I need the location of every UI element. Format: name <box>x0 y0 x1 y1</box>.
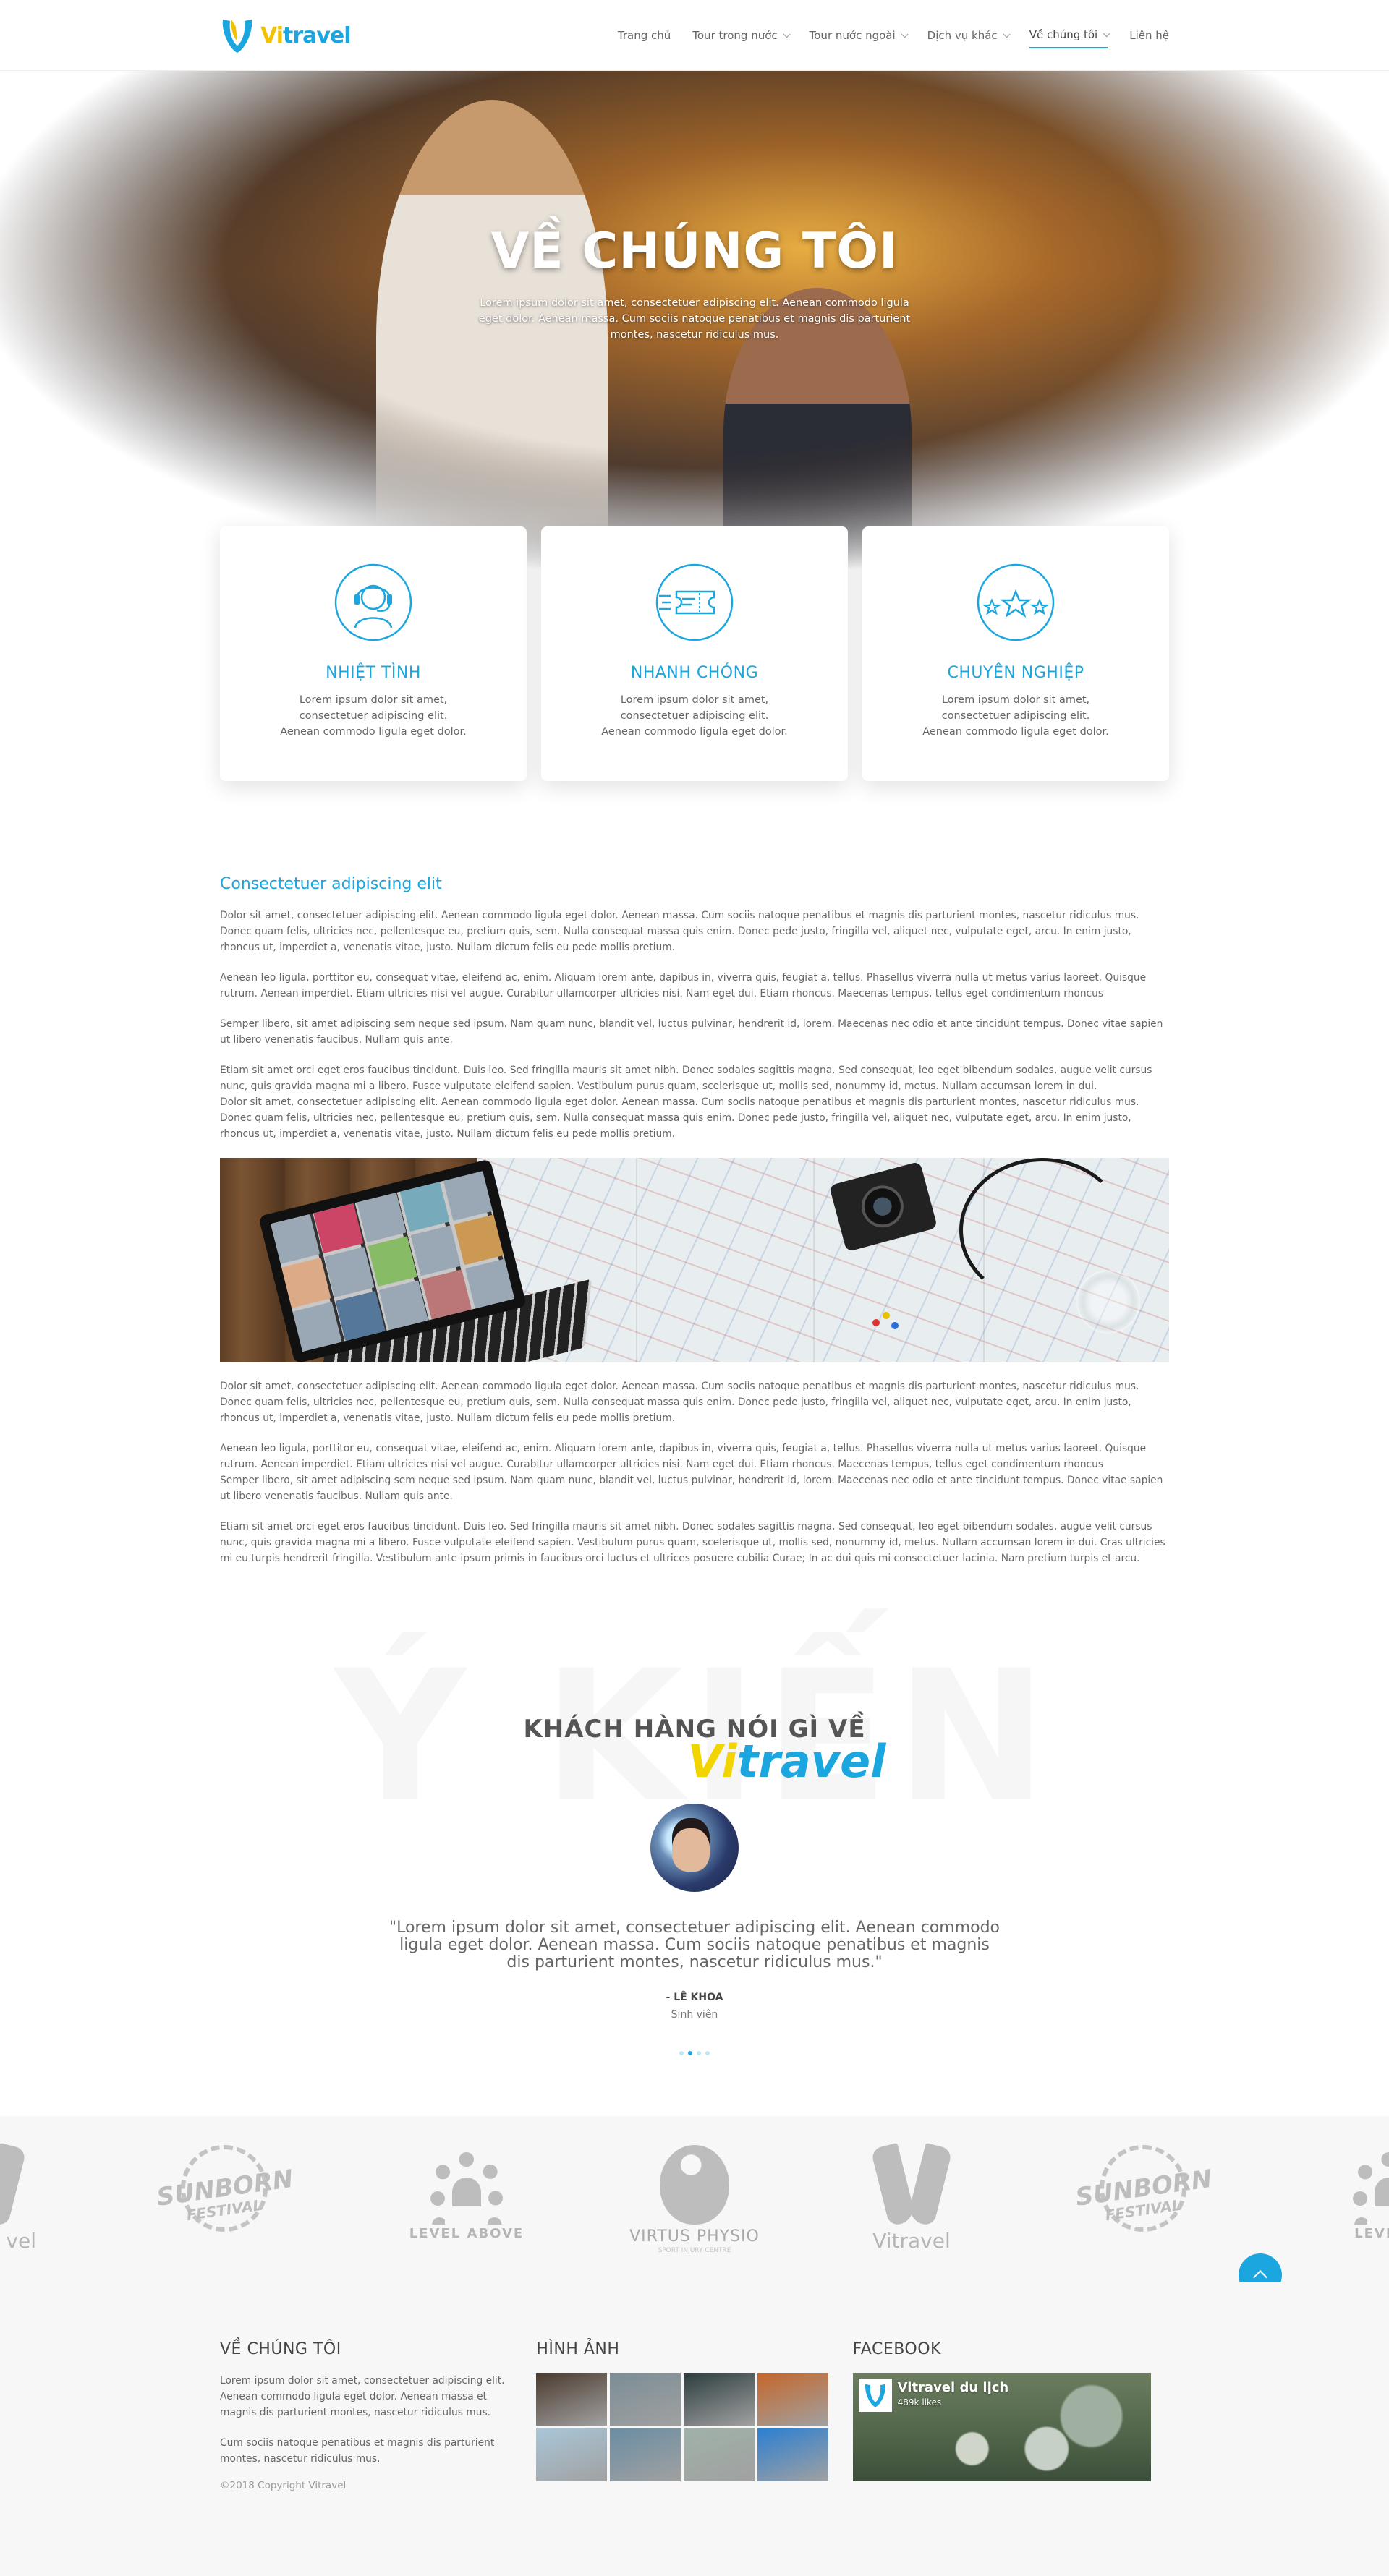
carousel-dot[interactable] <box>697 2051 701 2055</box>
gallery-thumbnail[interactable] <box>610 2428 681 2481</box>
article-paragraph: Semper libero, sit amet adipiscing sem n… <box>220 1018 1163 1046</box>
testimonial-quote: "Lorem ipsum dolor sit amet, consectetue… <box>388 1919 1001 1971</box>
feature-cards: NHIỆT TÌNH Lorem ipsum dolor sit amet, c… <box>0 526 1389 781</box>
feature-text: Lorem ipsum dolor sit amet, consectetuer… <box>601 694 788 738</box>
testimonials-section: Ý KIẾN KHÁCH HÀNG NÓI GÌ VỀ Vitravel "Lo… <box>0 1610 1389 2116</box>
ticket-icon <box>655 563 734 641</box>
feature-title: NHIỆT TÌNH <box>326 664 421 682</box>
feature-title: CHUYÊN NGHIỆP <box>947 664 1084 682</box>
feature-text: Lorem ipsum dolor sit amet, consectetuer… <box>922 694 1109 738</box>
nav-item-label: Về chúng tôi <box>1029 28 1098 41</box>
partners-strip: vel SUNBORN FESTIVAL LEVEL ABOVE VIRTUS P… <box>0 2116 1389 2282</box>
feature-title: NHANH CHÓNG <box>630 664 759 682</box>
site-logo[interactable]: Vitravel <box>220 17 352 54</box>
nav-item-label: Tour trong nước <box>692 29 778 42</box>
gallery-thumbnail[interactable] <box>757 2373 829 2426</box>
site-footer: VỀ CHÚNG TÔI Lorem ipsum dolor sit amet,… <box>0 2282 1389 2576</box>
gallery-thumbnail[interactable] <box>536 2373 608 2426</box>
facebook-page-likes: 489k likes <box>897 2397 942 2407</box>
main-nav: Trang chủ Tour trong nước Tour nước ngoài D… <box>618 22 1169 48</box>
carousel-dot[interactable] <box>705 2051 710 2055</box>
nav-item[interactable]: Dịch vụ khác <box>927 22 1011 48</box>
partner-logo-vitravel[interactable]: Vitravel <box>861 2143 962 2253</box>
customer-avatar <box>650 1804 739 1892</box>
gallery-thumbnail[interactable] <box>610 2373 681 2426</box>
footer-about-title: VỀ CHÚNG TÔI <box>220 2340 341 2358</box>
chevron-up-icon <box>1253 2269 1267 2282</box>
partner-logo-level-above-partial[interactable]: LEVEL A <box>1324 2145 1389 2241</box>
partner-logo-sunborn[interactable]: SUNBORN FESTIVAL <box>152 2145 297 2246</box>
gallery-grid <box>536 2373 852 2481</box>
footer-about: VỀ CHÚNG TÔI Lorem ipsum dolor sit amet,… <box>220 2340 536 2491</box>
nav-item[interactable]: Tour nước ngoài <box>809 22 909 48</box>
feature-text: Lorem ipsum dolor sit amet, consectetuer… <box>280 694 467 738</box>
hero-subtitle: Lorem ipsum dolor sit amet, consectetuer… <box>478 297 911 341</box>
nav-item-label: Dịch vụ khác <box>927 29 998 42</box>
vitravel-logo-icon <box>222 20 252 53</box>
article-image-travel-desk <box>220 1158 1169 1362</box>
nav-item[interactable]: Trang chủ <box>618 22 671 48</box>
article-paragraph: Semper libero, sit amet adipiscing sem n… <box>220 1475 1163 1502</box>
carousel-dot[interactable] <box>688 2051 692 2055</box>
gallery-thumbnail[interactable] <box>757 2428 829 2481</box>
footer-facebook: FACEBOOK Vitravel du lịch 489k likes <box>852 2340 1169 2491</box>
stars-icon <box>977 563 1055 641</box>
nav-item[interactable]: Về chúng tôi <box>1029 22 1110 48</box>
footer-gallery: HÌNH ẢNH <box>536 2340 852 2491</box>
testimonial-author: - LÊ KHOA <box>666 1992 723 2003</box>
testimonials-brand: Vitravel <box>687 1735 886 1788</box>
article-paragraph: Aenean leo ligula, porttitor eu, consequ… <box>220 1443 1147 1470</box>
partner-logo-level-above[interactable]: LEVEL ABOVE <box>402 2145 532 2241</box>
nav-item-label: Liên hệ <box>1129 29 1169 42</box>
testimonial-role: Sinh viên <box>671 2009 718 2021</box>
footer-facebook-title: FACEBOOK <box>852 2340 941 2358</box>
back-to-top-button[interactable] <box>1239 2253 1282 2282</box>
partner-logo-virtus-physio[interactable]: VIRTUS PHYSIO SPORT INJURY CENTRE <box>622 2145 767 2254</box>
partner-logo-vitravel-partial[interactable]: vel <box>0 2143 36 2253</box>
feature-card-enthusiastic: NHIỆT TÌNH Lorem ipsum dolor sit amet, c… <box>220 526 527 781</box>
copyright: ©2018 Copyright Vitravel <box>220 2480 347 2491</box>
footer-about-text: Cum sociis natoque penatibus et magnis d… <box>220 2437 495 2465</box>
carousel-dot[interactable] <box>679 2051 684 2055</box>
facebook-page-name: Vitravel du lịch <box>897 2380 1009 2395</box>
testimonials-heading: KHÁCH HÀNG NÓI GÌ VỀ <box>523 1715 866 1744</box>
footer-gallery-title: HÌNH ẢNH <box>536 2340 620 2358</box>
nav-item-label: Trang chủ <box>617 29 671 42</box>
nav-item[interactable]: Liên hệ <box>1129 22 1169 48</box>
gallery-thumbnail[interactable] <box>684 2373 755 2426</box>
article-paragraph: Etiam sit amet orci eget eros faucibus t… <box>220 1065 1152 1092</box>
feature-card-professional: CHUYÊN NGHIỆP Lorem ipsum dolor sit amet… <box>862 526 1169 781</box>
facebook-page-logo <box>858 2379 892 2412</box>
carousel-dots <box>0 2051 1389 2055</box>
nav-item-label: Tour nước ngoài <box>809 29 896 42</box>
article-paragraph: Aenean leo ligula, porttitor eu, consequ… <box>220 972 1147 999</box>
article-heading: Consectetuer adipiscing elit <box>220 875 442 893</box>
footer-about-text: Lorem ipsum dolor sit amet, consectetuer… <box>220 2375 505 2418</box>
feature-card-fast: NHANH CHÓNG Lorem ipsum dolor sit amet, … <box>541 526 848 781</box>
article-paragraph: Etiam sit amet orci eget eros faucibus t… <box>220 1521 1165 1564</box>
site-header: Vitravel Trang chủ Tour trong nước Tour nư… <box>0 0 1389 71</box>
chevron-down-icon <box>783 30 791 38</box>
nav-item[interactable]: Tour trong nước <box>692 22 791 48</box>
chevron-down-icon <box>1003 30 1011 38</box>
article-paragraph: Dolor sit amet, consectetuer adipiscing … <box>220 1381 1139 1424</box>
logo-text: Vitravel <box>260 22 352 48</box>
chevron-down-icon <box>901 30 909 38</box>
vitravel-logo-icon <box>865 2384 885 2407</box>
article-paragraph: Dolor sit amet, consectetuer adipiscing … <box>220 1096 1139 1140</box>
hero-title: VỀ CHÚNG TÔI <box>490 223 899 280</box>
partner-logo-sunborn[interactable]: SUNBORN FESTIVAL <box>1071 2145 1215 2246</box>
article-paragraph: Dolor sit amet, consectetuer adipiscing … <box>220 910 1139 953</box>
chevron-down-icon <box>1103 29 1110 37</box>
support-agent-icon <box>334 563 412 641</box>
about-article: Consectetuer adipiscing elit Dolor sit a… <box>0 875 1389 1566</box>
facebook-page-widget[interactable]: Vitravel du lịch 489k likes <box>852 2373 1151 2481</box>
gallery-thumbnail[interactable] <box>536 2428 608 2481</box>
hero-banner: VỀ CHÚNG TÔI Lorem ipsum dolor sit amet,… <box>0 71 1389 577</box>
gallery-thumbnail[interactable] <box>684 2428 755 2481</box>
